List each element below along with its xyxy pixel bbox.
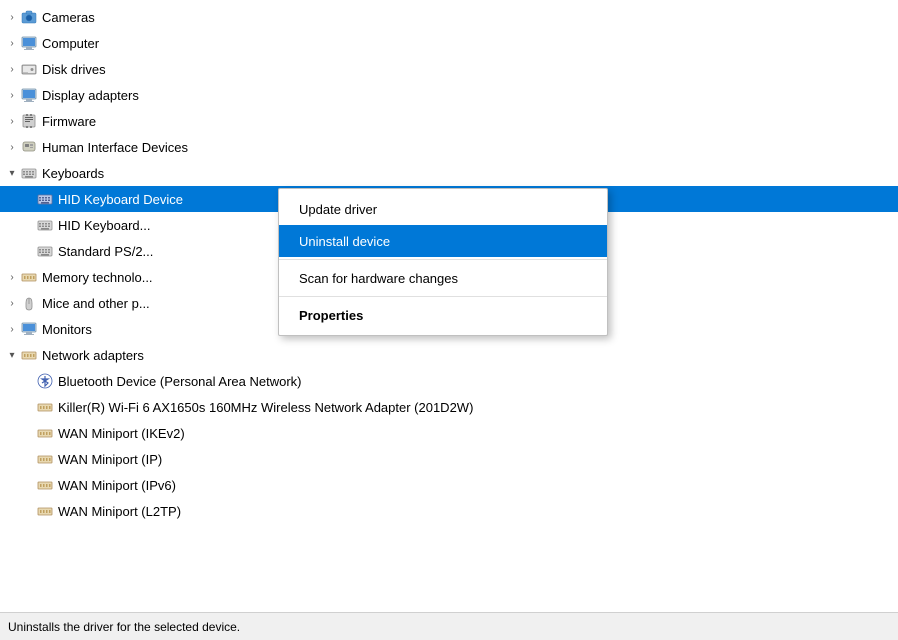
memory-icon (20, 268, 38, 286)
expand-keyboards[interactable] (4, 165, 20, 181)
computer-label: Computer (42, 36, 894, 51)
expand-firmware[interactable] (4, 113, 20, 129)
context-menu-separator (279, 259, 607, 260)
wan-ipv6-icon (36, 476, 54, 494)
bluetooth-label: Bluetooth Device (Personal Area Network) (58, 374, 894, 389)
context-menu-scan-hardware[interactable]: Scan for hardware changes (279, 262, 607, 294)
hid-icon (20, 138, 38, 156)
tree-item-killer-wifi[interactable]: Killer(R) Wi-Fi 6 AX1650s 160MHz Wireles… (0, 394, 898, 420)
expand-hid[interactable] (4, 139, 20, 155)
context-menu: Update driver Uninstall device Scan for … (278, 188, 608, 336)
keyboards-label: Keyboards (42, 166, 894, 181)
expand-wan-ikev2 (20, 425, 36, 441)
expand-bluetooth (20, 373, 36, 389)
tree-item-computer[interactable]: Computer (0, 30, 898, 56)
wan-ip-icon (36, 450, 54, 468)
scan-hardware-label: Scan for hardware changes (299, 271, 458, 286)
properties-label: Properties (299, 308, 363, 323)
device-manager: Cameras Computer Disk drives Display ada… (0, 0, 898, 640)
wan-ikev2-label: WAN Miniport (IKEv2) (58, 426, 894, 441)
expand-disk-drives[interactable] (4, 61, 20, 77)
tree-area: Cameras Computer Disk drives Display ada… (0, 0, 898, 612)
bluetooth-icon (36, 372, 54, 390)
tree-item-wan-ipv6[interactable]: WAN Miniport (IPv6) (0, 472, 898, 498)
tree-item-disk-drives[interactable]: Disk drives (0, 56, 898, 82)
hid-keyboard-1-icon (36, 190, 54, 208)
disk-drives-label: Disk drives (42, 62, 894, 77)
mice-icon (20, 294, 38, 312)
hid-label: Human Interface Devices (42, 140, 894, 155)
context-menu-update-driver[interactable]: Update driver (279, 193, 607, 225)
wan-l2tp-icon (36, 502, 54, 520)
expand-standard-ps2 (20, 243, 36, 259)
cameras-label: Cameras (42, 10, 894, 25)
expand-cameras[interactable] (4, 9, 20, 25)
expand-hid-keyboard-2 (20, 217, 36, 233)
killer-wifi-label: Killer(R) Wi-Fi 6 AX1650s 160MHz Wireles… (58, 400, 894, 415)
keyboards-icon (20, 164, 38, 182)
firmware-icon (20, 112, 38, 130)
expand-monitors[interactable] (4, 321, 20, 337)
killer-wifi-icon (36, 398, 54, 416)
uninstall-device-label: Uninstall device (299, 234, 390, 249)
update-driver-label: Update driver (299, 202, 377, 217)
wan-ikev2-icon (36, 424, 54, 442)
firmware-label: Firmware (42, 114, 894, 129)
hid-keyboard-2-icon (36, 216, 54, 234)
expand-wan-ipv6 (20, 477, 36, 493)
network-adapters-label: Network adapters (42, 348, 894, 363)
context-menu-separator-2 (279, 296, 607, 297)
tree-item-wan-ikev2[interactable]: WAN Miniport (IKEv2) (0, 420, 898, 446)
standard-ps2-icon (36, 242, 54, 260)
expand-network-adapters[interactable] (4, 347, 20, 363)
tree-item-hid[interactable]: Human Interface Devices (0, 134, 898, 160)
tree-item-firmware[interactable]: Firmware (0, 108, 898, 134)
tree-item-wan-ip[interactable]: WAN Miniport (IP) (0, 446, 898, 472)
expand-wan-ip (20, 451, 36, 467)
network-adapters-icon (20, 346, 38, 364)
tree-item-cameras[interactable]: Cameras (0, 4, 898, 30)
status-bar: Uninstalls the driver for the selected d… (0, 612, 898, 640)
status-bar-text: Uninstalls the driver for the selected d… (8, 620, 240, 634)
monitors-icon (20, 320, 38, 338)
expand-killer-wifi (20, 399, 36, 415)
tree-item-network-adapters[interactable]: Network adapters (0, 342, 898, 368)
expand-mice[interactable] (4, 295, 20, 311)
tree-item-wan-l2tp[interactable]: WAN Miniport (L2TP) (0, 498, 898, 524)
display-adapters-icon (20, 86, 38, 104)
disk-drives-icon (20, 60, 38, 78)
expand-hid-keyboard-1 (20, 191, 36, 207)
display-adapters-label: Display adapters (42, 88, 894, 103)
tree-item-keyboards[interactable]: Keyboards (0, 160, 898, 186)
context-menu-properties[interactable]: Properties (279, 299, 607, 331)
expand-wan-l2tp (20, 503, 36, 519)
expand-computer[interactable] (4, 35, 20, 51)
wan-l2tp-label: WAN Miniport (L2TP) (58, 504, 894, 519)
expand-memory[interactable] (4, 269, 20, 285)
cameras-icon (20, 8, 38, 26)
wan-ip-label: WAN Miniport (IP) (58, 452, 894, 467)
context-menu-uninstall-device[interactable]: Uninstall device (279, 225, 607, 257)
expand-display-adapters[interactable] (4, 87, 20, 103)
tree-item-bluetooth[interactable]: Bluetooth Device (Personal Area Network) (0, 368, 898, 394)
wan-ipv6-label: WAN Miniport (IPv6) (58, 478, 894, 493)
computer-icon (20, 34, 38, 52)
tree-item-display-adapters[interactable]: Display adapters (0, 82, 898, 108)
